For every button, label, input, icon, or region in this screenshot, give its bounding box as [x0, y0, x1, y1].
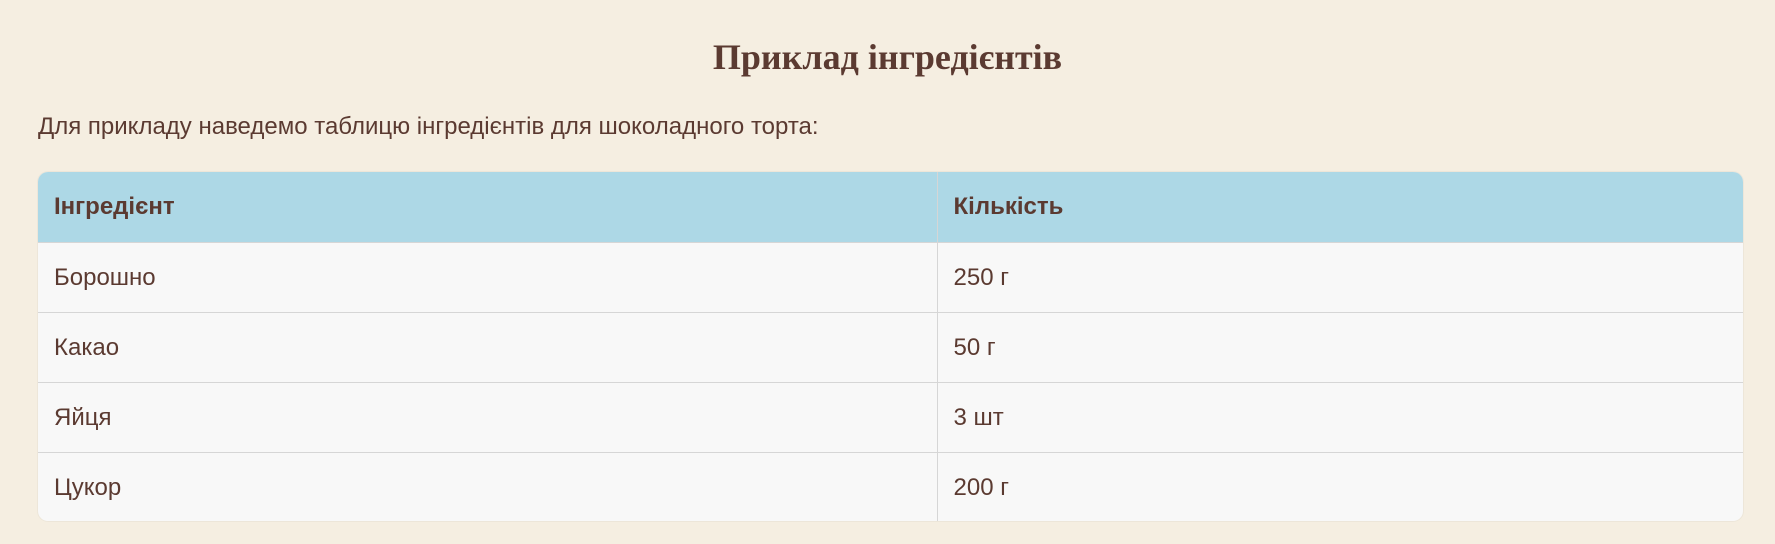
- ingredient-cell: Борошно: [38, 242, 937, 313]
- ingredient-cell: Яйця: [38, 382, 937, 453]
- intro-text: Для прикладу наведемо таблицю інгредієнт…: [38, 113, 819, 140]
- ingredient-cell: Цукор: [38, 452, 937, 521]
- table-row: Борошно 250 г: [38, 242, 1743, 313]
- quantity-cell: 50 г: [936, 312, 1743, 383]
- quantity-cell: 200 г: [936, 452, 1743, 521]
- table-row: Цукор 200 г: [38, 452, 1743, 521]
- table-row: Какао 50 г: [38, 312, 1743, 383]
- column-header-ingredient: Інгредієнт: [38, 172, 937, 243]
- ingredient-cell: Какао: [38, 312, 937, 383]
- ingredients-table: Інгредієнт Кількість Борошно 250 г Какао…: [38, 172, 1743, 521]
- table-row: Яйця 3 шт: [38, 382, 1743, 453]
- page-title: Приклад інгредієнтів: [712, 37, 1063, 77]
- quantity-cell: 250 г: [936, 242, 1743, 313]
- column-header-quantity: Кількість: [936, 172, 1743, 243]
- quantity-cell: 3 шт: [936, 382, 1743, 453]
- table-header-row: Інгредієнт Кількість: [38, 172, 1743, 243]
